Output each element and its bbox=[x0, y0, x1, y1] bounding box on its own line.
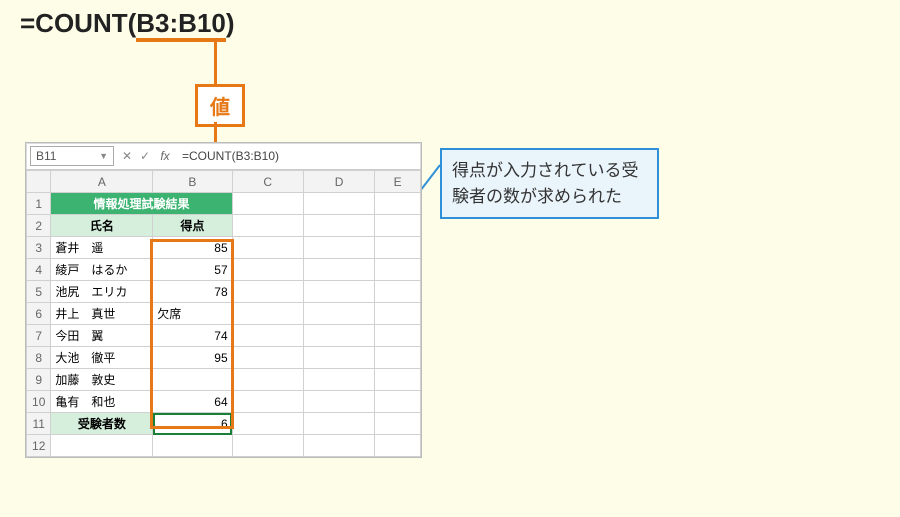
cell[interactable]: 64 bbox=[153, 391, 232, 413]
summary-label-cell[interactable]: 受験者数 bbox=[51, 413, 153, 435]
cell[interactable]: 亀有 和也 bbox=[51, 391, 153, 413]
cell[interactable]: 綾戸 はるか bbox=[51, 259, 153, 281]
cell[interactable]: 大池 徹平 bbox=[51, 347, 153, 369]
name-box[interactable]: B11 ▼ bbox=[30, 146, 114, 166]
connector-line bbox=[214, 38, 217, 86]
cell[interactable]: 85 bbox=[153, 237, 232, 259]
chevron-down-icon[interactable]: ▼ bbox=[99, 151, 108, 161]
cell[interactable]: 74 bbox=[153, 325, 232, 347]
header-cell[interactable]: 得点 bbox=[153, 215, 232, 237]
row-header[interactable]: 10 bbox=[27, 391, 51, 413]
column-header-row: A B C D E bbox=[27, 171, 421, 193]
cell[interactable]: 池尻 エリカ bbox=[51, 281, 153, 303]
cell[interactable]: 95 bbox=[153, 347, 232, 369]
col-header[interactable]: B bbox=[153, 171, 232, 193]
col-header[interactable]: C bbox=[232, 171, 303, 193]
cell[interactable]: 井上 真世 bbox=[51, 303, 153, 325]
callout-box: 得点が入力されている受験者の数が求められた bbox=[440, 148, 659, 219]
select-all-corner[interactable] bbox=[27, 171, 51, 193]
result-cell[interactable]: 6 bbox=[153, 413, 232, 435]
row-header[interactable]: 7 bbox=[27, 325, 51, 347]
name-box-value: B11 bbox=[36, 149, 56, 163]
header-cell[interactable]: 氏名 bbox=[51, 215, 153, 237]
cell[interactable] bbox=[153, 369, 232, 391]
cell[interactable]: 57 bbox=[153, 259, 232, 281]
formula-input[interactable]: =COUNT(B3:B10) bbox=[176, 149, 421, 163]
row-header[interactable]: 3 bbox=[27, 237, 51, 259]
row-header[interactable]: 12 bbox=[27, 435, 51, 457]
col-header[interactable]: A bbox=[51, 171, 153, 193]
col-header[interactable]: E bbox=[375, 171, 421, 193]
row-header[interactable]: 9 bbox=[27, 369, 51, 391]
formula-bar: B11 ▼ ✕ ✓ fx =COUNT(B3:B10) bbox=[26, 143, 421, 170]
cell[interactable]: 蒼井 遥 bbox=[51, 237, 153, 259]
spreadsheet-window: B11 ▼ ✕ ✓ fx =COUNT(B3:B10) A B C D E 1情… bbox=[25, 142, 422, 458]
fx-icon[interactable]: fx bbox=[154, 149, 176, 163]
confirm-icon[interactable]: ✓ bbox=[136, 149, 154, 163]
row-header[interactable]: 5 bbox=[27, 281, 51, 303]
row-header[interactable]: 11 bbox=[27, 413, 51, 435]
sheet-title-cell[interactable]: 情報処理試験結果 bbox=[51, 193, 232, 215]
row-header[interactable]: 4 bbox=[27, 259, 51, 281]
cell[interactable]: 欠席 bbox=[153, 303, 232, 325]
formula-title: =COUNT(B3:B10) bbox=[20, 8, 235, 39]
row-header[interactable]: 6 bbox=[27, 303, 51, 325]
row-header[interactable]: 8 bbox=[27, 347, 51, 369]
value-label-box: 値 bbox=[195, 84, 245, 127]
spreadsheet-grid[interactable]: A B C D E 1情報処理試験結果 2氏名得点 3蒼井 遥85 4綾戸 はる… bbox=[26, 170, 421, 457]
cell[interactable]: 78 bbox=[153, 281, 232, 303]
row-header[interactable]: 1 bbox=[27, 193, 51, 215]
cancel-icon[interactable]: ✕ bbox=[118, 149, 136, 163]
cell[interactable]: 加藤 敦史 bbox=[51, 369, 153, 391]
col-header[interactable]: D bbox=[303, 171, 374, 193]
cell[interactable]: 今田 翼 bbox=[51, 325, 153, 347]
row-header[interactable]: 2 bbox=[27, 215, 51, 237]
